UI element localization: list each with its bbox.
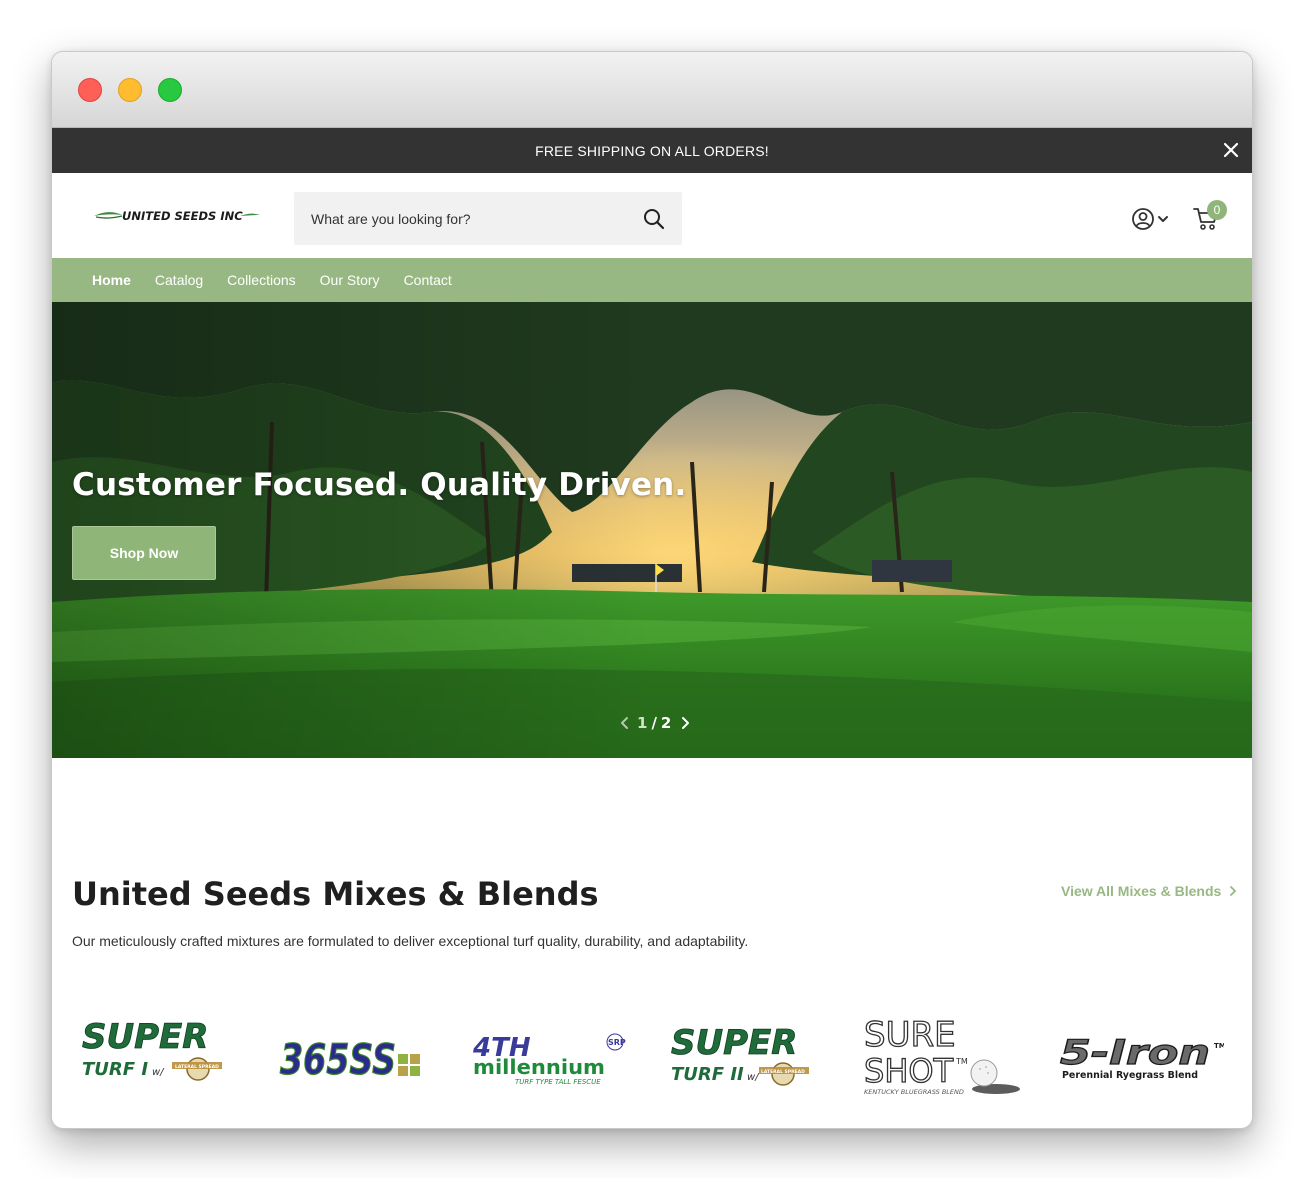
slide-total: 2 [660, 714, 672, 732]
search-input[interactable] [294, 192, 624, 245]
brand-sub: SHOT [864, 1052, 954, 1090]
browser-window: FREE SHIPPING ON ALL ORDERS! UNITED SEED… [51, 51, 1253, 1129]
brand-logo-365ss[interactable]: 365SS [268, 1002, 438, 1102]
brand-badge: LATERAL SPREAD [761, 1069, 805, 1075]
search-bar [294, 192, 682, 245]
brand-badge: SRP [608, 1038, 626, 1047]
section-title: United Seeds Mixes & Blends [72, 875, 599, 913]
brand-logo-super-turf-i[interactable]: SUPER TURF I w/ LATERAL SPREAD [72, 1002, 242, 1102]
brand-tm: TM [1214, 1042, 1224, 1050]
hero-image [52, 302, 1252, 758]
brand-logo-5-iron[interactable]: 5-Iron TM Perennial Ryegrass Blend [1054, 1002, 1224, 1102]
site-header: UNITED SEEDS INC 0 [52, 173, 1252, 258]
nav-item-collections[interactable]: Collections [227, 272, 295, 288]
brand-name: SUPER [82, 1017, 208, 1057]
nav-item-catalog[interactable]: Catalog [155, 272, 203, 288]
united-seeds-logo[interactable]: UNITED SEEDS INC [92, 201, 262, 229]
brand-tag: TURF TYPE TALL FESCUE [515, 1078, 601, 1086]
nav-item-our-story[interactable]: Our Story [320, 272, 380, 288]
brand-logo-sure-shot[interactable]: SURE SHOT TM KENTUCKY BLUEGRASS BLEND [858, 1002, 1028, 1102]
close-window-button[interactable] [78, 78, 102, 102]
nav-item-home[interactable]: Home [92, 272, 131, 288]
brand-name: SUPER [671, 1023, 797, 1063]
brand-tag: Perennial Ryegrass Blend [1062, 1070, 1198, 1081]
brand-logo-4th-millennium[interactable]: 4TH millennium TURF TYPE TALL FESCUE SRP [465, 1002, 635, 1102]
brand-logo-row: SUPER TURF I w/ LATERAL SPREAD 365SS 4TH… [72, 1002, 1232, 1102]
brand-badge: LATERAL SPREAD [175, 1064, 219, 1070]
slide-separator: / [651, 714, 657, 732]
slide-current: 1 [637, 714, 648, 732]
brand-sub: TURF II [671, 1064, 744, 1085]
next-slide-icon[interactable] [677, 715, 693, 731]
close-icon[interactable] [1220, 139, 1242, 161]
brand-name: 365SS [280, 1035, 396, 1084]
announcement-text: FREE SHIPPING ON ALL ORDERS! [535, 142, 769, 159]
view-all-mixes-link[interactable]: View All Mixes & Blends [1061, 883, 1237, 899]
view-all-label: View All Mixes & Blends [1061, 883, 1222, 899]
shop-now-button[interactable]: Shop Now [72, 526, 216, 580]
main-nav: Home Catalog Collections Our Story Conta… [52, 258, 1252, 302]
maximize-window-button[interactable] [158, 78, 182, 102]
brand-name: SURE [864, 1015, 956, 1055]
hero-slideshow: Customer Focused. Quality Driven. Shop N… [52, 302, 1252, 758]
section-description: Our meticulously crafted mixtures are fo… [72, 933, 749, 949]
chevron-right-icon [1230, 886, 1237, 896]
slide-pager: 1 / 2 [617, 712, 693, 734]
brand-sub: TURF I [82, 1059, 148, 1080]
brand-sub: millennium [473, 1055, 605, 1079]
brand-extra: w/ [747, 1072, 760, 1083]
previous-slide-icon[interactable] [617, 715, 633, 731]
search-icon[interactable] [642, 207, 666, 231]
brand-tm: TM [955, 1057, 968, 1066]
announcement-bar: FREE SHIPPING ON ALL ORDERS! [52, 128, 1252, 173]
brand-tag: KENTUCKY BLUEGRASS BLEND [864, 1088, 964, 1096]
brand-extra: w/ [152, 1067, 165, 1078]
account-icon[interactable] [1132, 207, 1172, 231]
minimize-window-button[interactable] [118, 78, 142, 102]
brand-logo-super-turf-ii[interactable]: SUPER TURF II w/ LATERAL SPREAD [661, 1002, 831, 1102]
cart-count-badge: 0 [1207, 200, 1227, 220]
brand-name: 5-Iron [1060, 1033, 1210, 1073]
logo-text: UNITED SEEDS INC [122, 209, 243, 223]
window-titlebar [52, 52, 1252, 128]
nav-item-contact[interactable]: Contact [404, 272, 452, 288]
hero-headline: Customer Focused. Quality Driven. [72, 467, 687, 503]
